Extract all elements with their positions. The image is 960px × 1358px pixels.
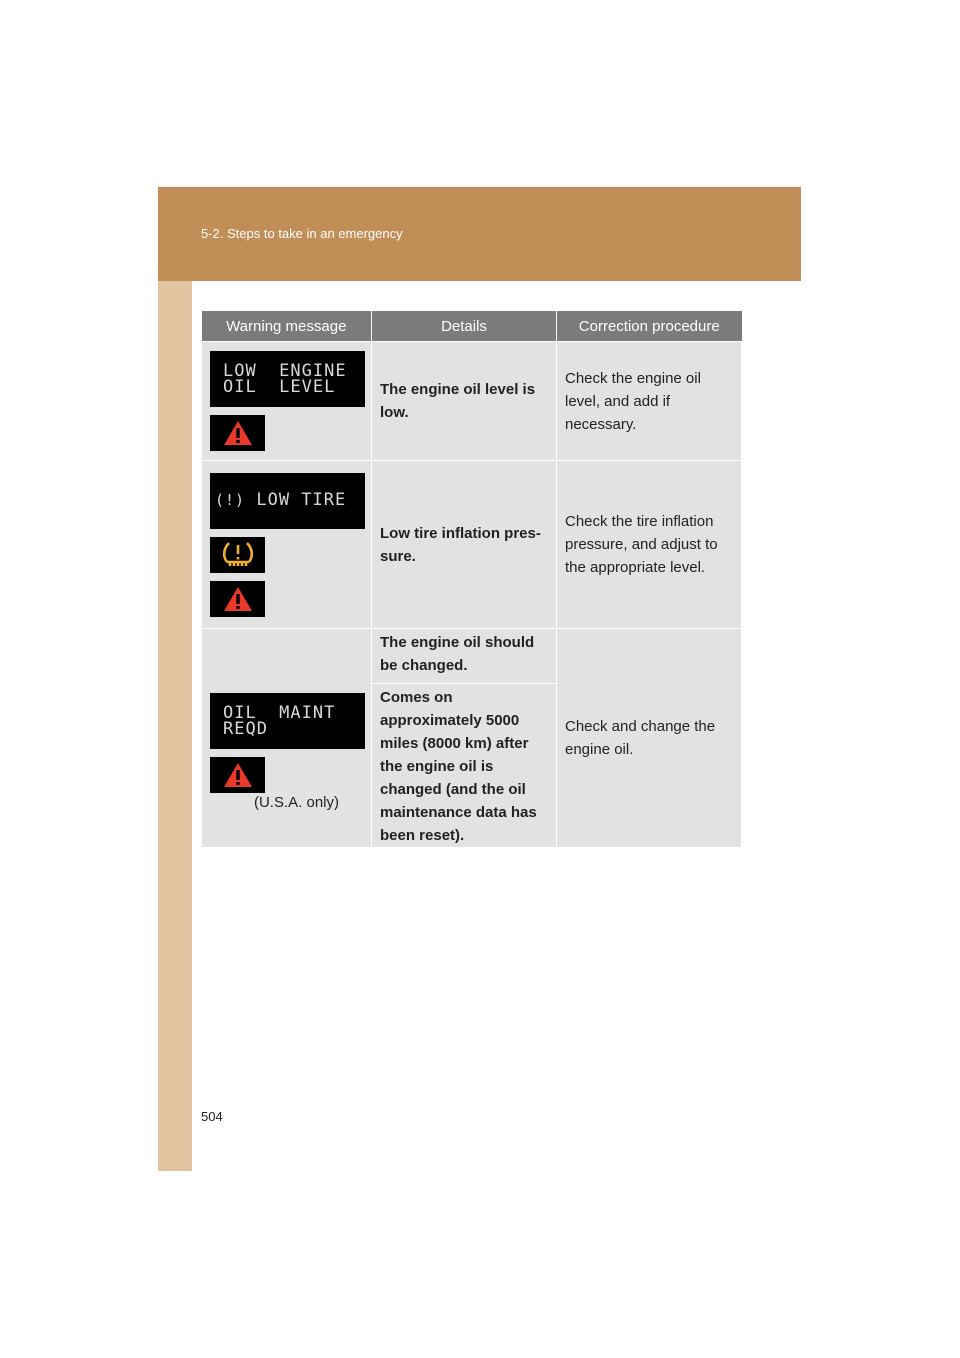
region-note: (U.S.A. only) <box>253 793 340 811</box>
tire-pressure-icon: (!) <box>215 490 246 509</box>
table-row: OIL MAINT REQD (U.S.A. only) The engine … <box>201 628 742 848</box>
correction-cell: Check the tire inflation pressure, and a… <box>556 460 742 629</box>
correction-cell: Check the engine oil level, and add if n… <box>556 341 742 461</box>
header-details: Details <box>371 311 557 342</box>
side-margin-strip <box>158 281 192 1171</box>
tire-pressure-warning-icon <box>210 536 265 573</box>
chapter-header: 5-2. Steps to take in an emergency <box>158 187 801 281</box>
details-cell: Low tire inflation pres- sure. <box>371 460 557 629</box>
details-cell: The engine oil should be changed. <box>371 628 557 684</box>
details-cell: Comes on approximately 5000 miles (8000 … <box>371 683 557 848</box>
warning-message-cell: (!) LOW TIRE <box>201 460 372 629</box>
details-cell: The engine oil level is low. <box>371 341 557 461</box>
page-number: 504 <box>201 1109 223 1124</box>
header-correction-procedure: Correction procedure <box>556 311 742 342</box>
warning-message-cell: LOW ENGINE OIL LEVEL <box>201 341 372 461</box>
master-warning-icon <box>210 756 265 793</box>
display-message: LOW ENGINE OIL LEVEL <box>210 351 365 407</box>
display-message: OIL MAINT REQD <box>210 692 365 749</box>
master-warning-icon <box>210 580 265 617</box>
table-header-row: Warning message Details Correction proce… <box>201 311 742 342</box>
header-warning-message: Warning message <box>201 311 372 342</box>
warning-message-cell: OIL MAINT REQD (U.S.A. only) <box>201 628 372 848</box>
warning-message-table: Warning message Details Correction proce… <box>201 311 742 848</box>
master-warning-icon <box>210 415 265 451</box>
display-message: (!) LOW TIRE <box>210 472 365 529</box>
table-row: LOW ENGINE OIL LEVEL The engine oil leve… <box>201 341 742 461</box>
correction-cell: Check and change the engine oil. <box>556 628 742 848</box>
table-row: (!) LOW TIRE Low tire inflation pres- su… <box>201 460 742 629</box>
section-title: 5-2. Steps to take in an emergency <box>201 226 403 241</box>
